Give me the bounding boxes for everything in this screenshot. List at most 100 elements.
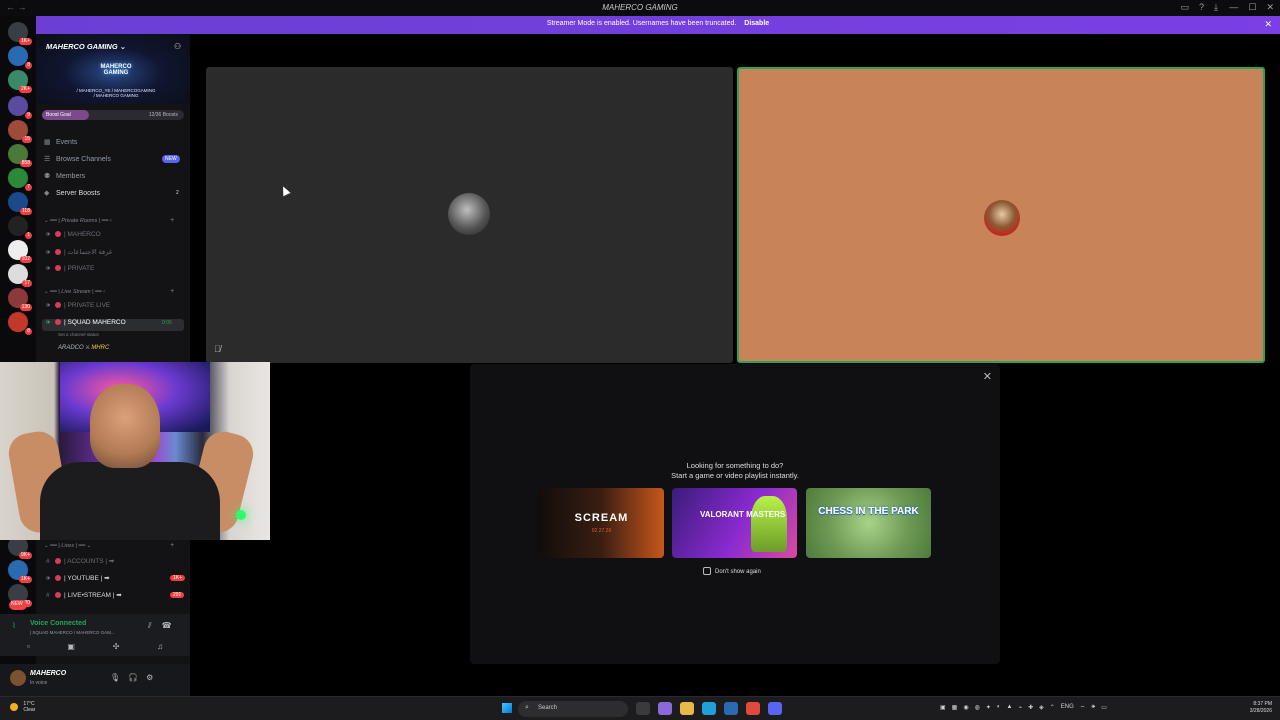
disable-button[interactable]: Disable <box>744 20 769 27</box>
tray-icon[interactable]: ⌁ <box>1018 704 1022 712</box>
participant-avatar <box>448 193 490 235</box>
add-channel-icon[interactable]: + <box>170 288 174 295</box>
screen-share-icon[interactable]: ▣ <box>67 642 75 651</box>
tray-icon[interactable]: ◈ <box>1039 704 1044 712</box>
voice-channel[interactable]: 🕪 | MAHERCO <box>46 231 101 243</box>
server-icon[interactable]: 1K+ <box>8 560 32 583</box>
server-icon[interactable]: 118 <box>8 192 32 215</box>
minimize-icon[interactable]: — <box>1229 2 1238 13</box>
category-lives[interactable]: ⌄ ━━ | Lives | ━━ ⌄ + <box>44 542 174 549</box>
tray-icon[interactable]: ⌃ <box>1050 704 1055 712</box>
disconnect-icon[interactable]: ☎ <box>162 621 172 631</box>
store-icon[interactable] <box>724 702 738 715</box>
members-icon: ⚉ <box>44 173 51 180</box>
server-banner[interactable]: MAHERCO GAMING ⌄ ⚇ MAHERCO GAMING / MAHE… <box>36 34 190 104</box>
battery-icon[interactable]: ▭ <box>1101 704 1107 712</box>
voice-member[interactable]: ARADCO ⚔ MHRC <box>58 344 109 351</box>
server-icon[interactable]: 102 <box>8 240 32 263</box>
banner-close-icon[interactable]: ✕ <box>1264 19 1272 30</box>
server-icon[interactable]: 8 <box>8 312 32 335</box>
voice-location[interactable]: | SQUAD MAHERCO / MAHERCO GAM... <box>30 630 115 635</box>
tray-icon[interactable]: ▣ <box>940 704 946 712</box>
weather-widget[interactable]: 17°C Clear <box>10 701 35 713</box>
text-channel[interactable]: # | LIVE•STREAM | ➡ 291 <box>46 591 185 603</box>
nav-browse-channels[interactable]: ☰ Browse Channels NEW <box>44 155 180 167</box>
participant-tile-speaking[interactable] <box>737 67 1265 363</box>
speaker-icon: 🕪 <box>46 231 51 238</box>
dont-show-again-checkbox[interactable]: Don't show again <box>703 567 761 575</box>
task-view-icon[interactable] <box>636 702 650 715</box>
nav-server-boosts[interactable]: ◆ Server Boosts 2 <box>44 189 179 201</box>
help-icon[interactable]: ? <box>1199 2 1204 13</box>
noise-suppression-icon[interactable]: ⫽ <box>148 621 152 631</box>
voice-channel[interactable]: 🕪 | PRIVATE <box>46 265 94 277</box>
participant-tile[interactable]: 🎙̸ <box>206 67 733 363</box>
maximize-icon[interactable]: ☐ <box>1248 2 1256 13</box>
add-channel-icon[interactable]: + <box>170 217 174 224</box>
headphones-icon[interactable]: 🎧 <box>128 673 138 682</box>
microphone-icon[interactable]: 🎙 <box>110 673 120 682</box>
banner-message: Streamer Mode is enabled. Usernames have… <box>546 20 737 27</box>
channel-status[interactable]: Set a channel status <box>58 332 99 337</box>
add-channel-icon[interactable]: + <box>170 542 174 549</box>
activities-icon[interactable]: ✣ <box>113 642 120 651</box>
close-panel-icon[interactable]: ✕ <box>983 370 992 383</box>
file-explorer-icon[interactable] <box>680 702 694 715</box>
settings-gear-icon[interactable]: ⚙ <box>146 673 153 682</box>
server-icon[interactable]: 7 <box>8 168 32 191</box>
volume-icon[interactable]: 🕪 <box>1091 704 1095 712</box>
voice-connected-label[interactable]: Voice Connected <box>30 620 86 627</box>
text-channel[interactable]: # | ACCOUNTS | ➡ <box>46 557 114 569</box>
text-channel[interactable]: 🕪 | YOUTUBE | ➡ 1K+ <box>46 574 186 586</box>
wifi-icon[interactable]: ⌔ <box>1080 704 1086 712</box>
category-private-rooms[interactable]: ⌄ ━━ | Private Rooms | ━━ ‹ + <box>44 217 174 224</box>
server-icon[interactable]: 17 <box>8 264 32 287</box>
activity-card-scream[interactable]: SCREAM 02.27.26 <box>539 488 664 558</box>
voice-timer: 0:05 <box>162 320 172 326</box>
close-window-icon[interactable]: ✕ <box>1266 2 1274 13</box>
edge-icon[interactable] <box>702 702 716 715</box>
server-icon[interactable]: 130 <box>8 288 32 311</box>
window-title: MAHERCO GAMING <box>602 3 678 12</box>
server-icon[interactable]: 8 <box>8 46 32 69</box>
nav-events[interactable]: ▦ Events <box>44 138 77 150</box>
voice-channel-active[interactable]: 🕪 | SQUAD MAHERCO 0:05 <box>42 319 184 331</box>
discord-icon[interactable] <box>768 702 782 715</box>
app-icon[interactable] <box>658 702 672 715</box>
user-panel: MAHERCO In voice 🎙 🎧 ⚙ <box>0 664 190 696</box>
taskbar-search[interactable]: ⌕ Search <box>518 701 628 717</box>
activity-card-chess[interactable]: CHESS IN THE PARK <box>806 488 931 558</box>
server-icon[interactable]: 1 <box>8 216 32 239</box>
server-icon[interactable]: 2K+ <box>8 70 32 93</box>
category-live-stream[interactable]: ⌄ ━━ | Live Stream | ━━ ‹ + <box>44 288 174 295</box>
inbox-icon[interactable]: ▭ <box>1180 2 1189 13</box>
tray-icon[interactable]: ◉ <box>963 704 968 712</box>
taskbar-clock[interactable]: 8:37 PM 3/28/2026 <box>1250 701 1272 715</box>
activity-card-valorant[interactable]: VALORANT MASTERS <box>672 488 797 558</box>
server-icon[interactable]: 858 <box>8 144 32 167</box>
unread-badge: 1K+ <box>170 575 186 581</box>
boost-goal-bar[interactable]: Boost Goal 12/36 Boosts <box>42 110 184 120</box>
camera-icon[interactable]: ▫ <box>27 642 30 651</box>
server-icon[interactable]: 15 <box>8 120 32 143</box>
nav-members[interactable]: ⚉ Members <box>44 172 85 184</box>
server-icon[interactable]: 1K+ <box>8 22 32 45</box>
tray-icon[interactable]: ◐ <box>997 704 1001 712</box>
windows-start-icon[interactable] <box>502 703 512 713</box>
server-icon[interactable]: 9 <box>8 96 32 119</box>
chrome-icon[interactable] <box>746 702 760 715</box>
download-icon[interactable]: ⤓ <box>1214 2 1218 13</box>
tray-icon[interactable]: ✦ <box>986 704 991 712</box>
tray-icon[interactable]: ▦ <box>952 704 958 712</box>
tray-icon[interactable]: ✚ <box>1028 704 1033 712</box>
add-member-icon[interactable]: ⚇ <box>174 42 181 51</box>
tray-icon[interactable]: ▲ <box>1007 704 1013 712</box>
card-title: VALORANT MASTERS <box>700 510 786 519</box>
activity-suggestion-panel: ✕ Looking for something to do? Start a g… <box>470 364 1000 664</box>
language-indicator[interactable]: ENG <box>1061 704 1074 712</box>
tray-icon[interactable]: ◍ <box>975 704 980 712</box>
soundboard-icon[interactable]: ♫ <box>157 642 163 651</box>
voice-channel[interactable]: 🕪 | PRIVATE LIVE <box>46 302 110 314</box>
voice-channel[interactable]: 🕪 | غرفة الاجتماعات <box>46 248 112 260</box>
avatar[interactable] <box>10 670 26 686</box>
